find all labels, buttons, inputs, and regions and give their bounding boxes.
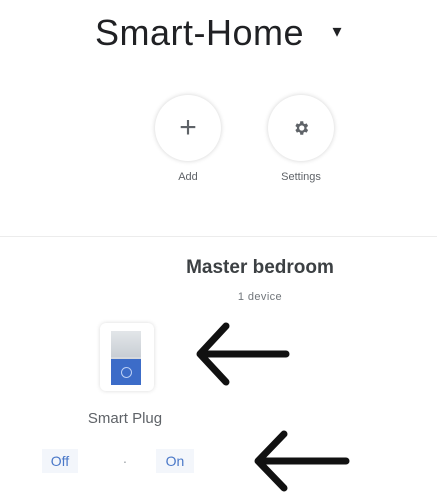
power-icon xyxy=(120,366,132,378)
settings-circle[interactable] xyxy=(268,95,334,161)
device-name: Smart Plug xyxy=(87,410,163,427)
smart-plug-icon xyxy=(111,331,141,385)
add-button[interactable]: + Add xyxy=(143,95,233,183)
settings-button[interactable]: Settings xyxy=(256,95,346,183)
settings-label: Settings xyxy=(281,171,321,183)
room-title: Master bedroom xyxy=(186,257,334,278)
caret-down-icon[interactable]: ▾ xyxy=(333,21,343,42)
home-selector[interactable]: Smart-Home ▾ xyxy=(0,12,437,54)
left-arrow-icon xyxy=(254,430,350,492)
left-arrow-icon xyxy=(196,322,290,386)
gear-icon xyxy=(295,121,309,135)
off-button[interactable]: Off xyxy=(42,449,78,473)
section-divider xyxy=(0,236,437,237)
plus-icon: + xyxy=(179,111,197,144)
device-power-control: Off · On xyxy=(42,449,202,473)
smart-plug-tile[interactable] xyxy=(100,323,154,391)
control-separator: · xyxy=(122,453,128,469)
page-title: Smart-Home xyxy=(94,12,304,53)
add-circle[interactable]: + xyxy=(155,95,221,161)
on-button[interactable]: On xyxy=(156,449,194,473)
add-label: Add xyxy=(178,171,198,183)
device-count: 1 device xyxy=(237,291,283,303)
